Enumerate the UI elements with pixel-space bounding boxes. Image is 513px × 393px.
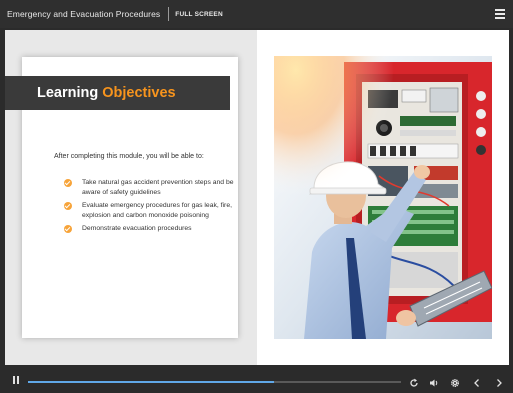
menu-icon[interactable]: [495, 9, 505, 19]
title-word-2: Objectives: [102, 85, 176, 101]
objective-text: Demonstrate evacuation procedures: [82, 225, 192, 232]
title-word-1: Learning: [37, 85, 99, 101]
list-item: Evaluate emergency procedures for gas le…: [64, 201, 244, 220]
chevron-left-icon[interactable]: [472, 375, 482, 387]
title-divider: [168, 7, 170, 21]
intro-text: After completing this module, you will b…: [54, 153, 204, 160]
gear-icon[interactable]: [450, 375, 460, 388]
slide-title: Learning Objectives: [37, 85, 176, 101]
fullscreen-button[interactable]: FULL SCREEN: [175, 11, 223, 18]
objective-text: Take natural gas accident prevention ste…: [82, 179, 234, 196]
volume-icon[interactable]: [429, 375, 439, 387]
course-title: Emergency and Evacuation Procedures: [7, 9, 161, 19]
engineer-photo: [274, 56, 492, 339]
check-icon: [64, 202, 72, 210]
title-banner: Learning Objectives: [5, 76, 230, 110]
check-icon: [64, 179, 72, 187]
list-item: Take natural gas accident prevention ste…: [64, 178, 244, 197]
player-controls: [0, 368, 513, 393]
replay-icon[interactable]: [409, 375, 419, 387]
left-panel: After completing this module, you will b…: [5, 30, 257, 365]
objectives-list: Take natural gas accident prevention ste…: [64, 178, 244, 238]
list-item: Demonstrate evacuation procedures: [64, 224, 244, 234]
progress-bar[interactable]: [28, 381, 401, 383]
progress-fill: [28, 381, 275, 383]
top-bar: Emergency and Evacuation Procedures FULL…: [0, 0, 513, 28]
slide-stage: After completing this module, you will b…: [5, 30, 509, 365]
pause-icon[interactable]: [11, 375, 21, 385]
objective-text: Evaluate emergency procedures for gas le…: [82, 202, 232, 219]
chevron-right-icon[interactable]: [494, 375, 504, 387]
check-icon: [64, 225, 72, 233]
